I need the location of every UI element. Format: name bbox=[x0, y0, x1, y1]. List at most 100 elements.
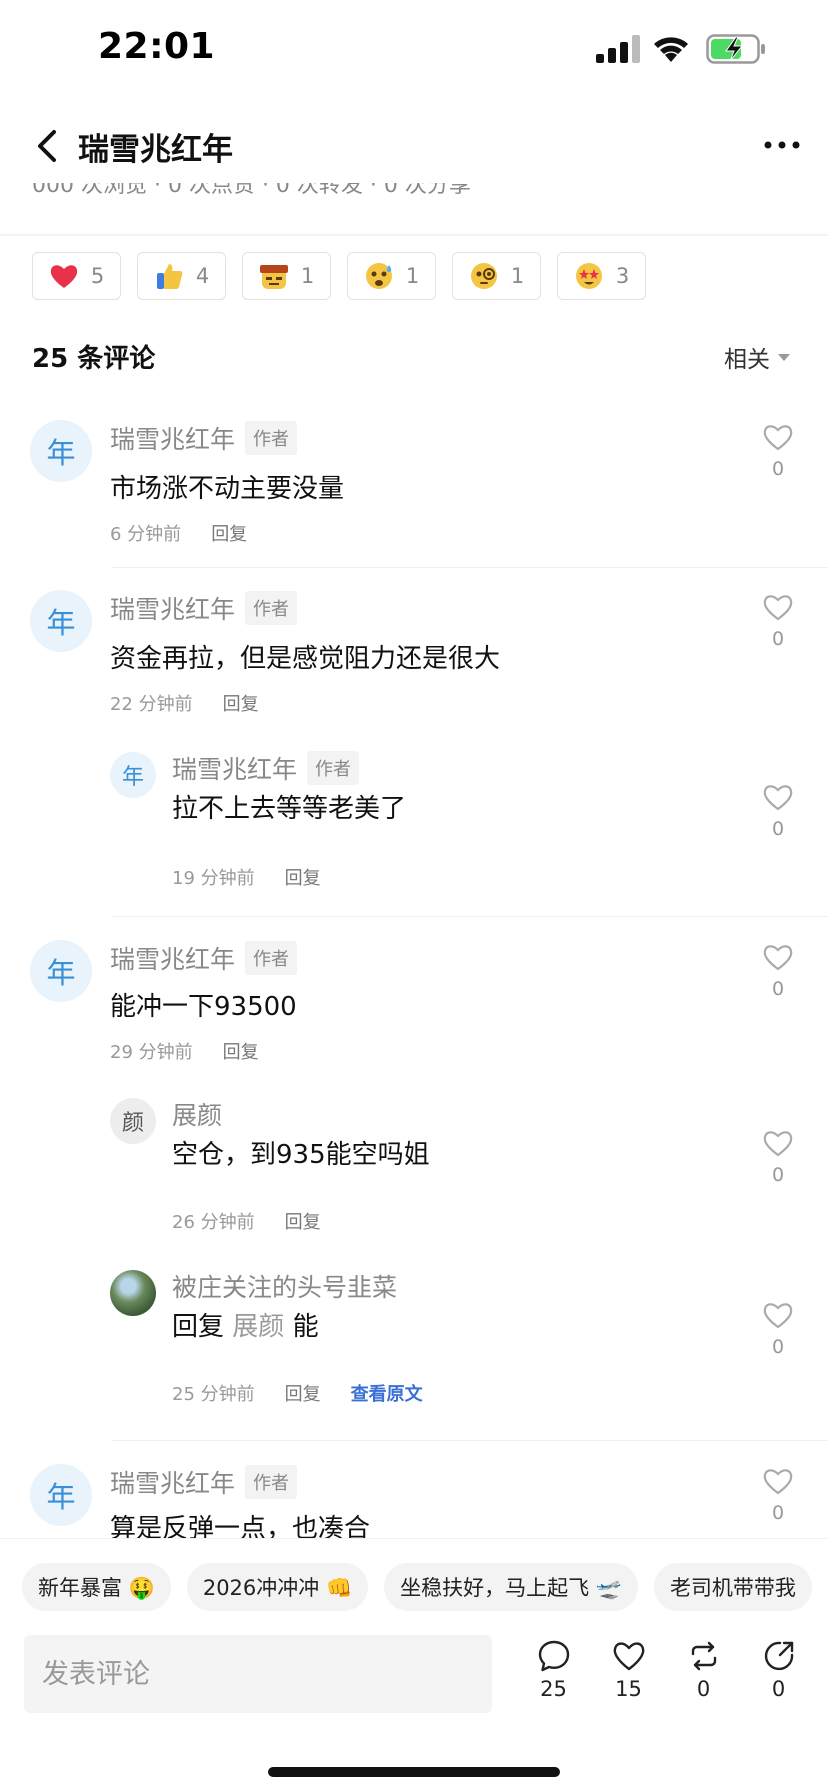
comments-count-heading: 25 条评论 bbox=[32, 344, 156, 374]
reply-meta: 25 分钟前 回复 查看原文 bbox=[172, 1380, 423, 1406]
more-options-icon[interactable] bbox=[762, 130, 802, 160]
reply-button[interactable]: 回复 bbox=[285, 1208, 321, 1234]
view-original-link[interactable]: 查看原文 bbox=[351, 1380, 423, 1406]
like-button[interactable]: 0 bbox=[758, 1128, 798, 1186]
reply-button[interactable]: 回复 bbox=[211, 520, 247, 546]
heart-emoji-icon bbox=[49, 261, 79, 291]
avatar[interactable]: 年 bbox=[110, 752, 156, 798]
mention-link[interactable]: 展颜 bbox=[232, 1312, 284, 1342]
reaction-heart[interactable]: 5 bbox=[32, 252, 121, 300]
comment-time: 26 分钟前 bbox=[172, 1212, 255, 1233]
heart-outline-icon bbox=[763, 1469, 793, 1495]
comment-count: 25 bbox=[540, 1677, 567, 1701]
like-count: 15 bbox=[615, 1677, 642, 1701]
like-count: 0 bbox=[771, 1336, 785, 1358]
post-actions: 25 15 0 0 bbox=[516, 1639, 816, 1701]
quick-tag[interactable]: 新年暴富 🤑 bbox=[22, 1563, 171, 1611]
like-button[interactable]: 0 bbox=[758, 942, 798, 1000]
reaction-count: 1 bbox=[300, 264, 315, 288]
hat-face-emoji-icon bbox=[259, 261, 289, 291]
star-eyes-face-emoji-icon bbox=[574, 261, 604, 291]
quick-tag[interactable]: 2026冲冲冲 👊 bbox=[186, 1563, 369, 1611]
comment-time: 6 分钟前 bbox=[110, 524, 182, 545]
reply-author[interactable]: 展颜 bbox=[172, 1096, 222, 1132]
quick-tag[interactable]: 坐稳扶好，马上起飞 🛫 bbox=[384, 1563, 638, 1611]
avatar[interactable]: 年 bbox=[30, 1464, 92, 1526]
reply-button[interactable]: 回复 bbox=[223, 1038, 259, 1064]
heart-outline-icon bbox=[763, 945, 793, 971]
comment-author[interactable]: 瑞雪兆红年 作者 bbox=[110, 590, 298, 626]
comment-author[interactable]: 瑞雪兆红年 作者 bbox=[110, 1464, 298, 1500]
reaction-thumbs-up[interactable]: 4 bbox=[137, 252, 226, 300]
reply-author[interactable]: 被庄关注的头号韭菜 bbox=[172, 1268, 397, 1304]
thumbs-up-emoji-icon bbox=[154, 261, 184, 291]
reaction-count: 1 bbox=[510, 264, 525, 288]
like-button[interactable]: 0 bbox=[758, 1300, 798, 1358]
comment-time: 19 分钟前 bbox=[172, 868, 255, 889]
wifi-icon bbox=[654, 37, 688, 62]
page-title: 瑞雪兆红年 bbox=[78, 132, 233, 168]
like-button[interactable]: 0 bbox=[758, 592, 798, 650]
author-badge: 作者 bbox=[307, 751, 360, 785]
comment-text[interactable]: 能冲一下93500 bbox=[110, 986, 297, 1023]
comment-list: 年 瑞雪兆红年 作者 市场涨不动主要没量 6 分钟前 回复 0 年 瑞雪兆红年 … bbox=[0, 408, 828, 1538]
comment-action[interactable]: 25 bbox=[516, 1639, 591, 1701]
like-icon bbox=[613, 1642, 644, 1671]
status-time: 22:01 bbox=[98, 26, 216, 67]
sort-label: 相关 bbox=[724, 347, 770, 373]
like-action[interactable]: 15 bbox=[591, 1639, 666, 1701]
reply-text[interactable]: 空仓，到935能空吗姐 bbox=[172, 1134, 430, 1171]
avatar[interactable]: 颜 bbox=[110, 1098, 156, 1144]
comment-text[interactable]: 市场涨不动主要没量 bbox=[110, 468, 344, 505]
comment-meta: 6 分钟前 回复 bbox=[110, 520, 247, 546]
reply-button[interactable]: 回复 bbox=[285, 1380, 321, 1406]
cellular-signal-icon bbox=[596, 35, 640, 63]
reaction-monocle-face[interactable]: 1 bbox=[452, 252, 541, 300]
share-action[interactable]: 0 bbox=[741, 1639, 816, 1701]
like-count: 0 bbox=[771, 978, 785, 1000]
sort-dropdown[interactable]: 相关 bbox=[724, 340, 790, 374]
like-button[interactable]: 0 bbox=[758, 1466, 798, 1524]
divider bbox=[112, 567, 828, 568]
quick-tag[interactable]: 老司机带带我 bbox=[653, 1563, 812, 1611]
like-count: 0 bbox=[771, 818, 785, 840]
like-button[interactable]: 0 bbox=[758, 422, 798, 480]
repost-icon bbox=[691, 1641, 716, 1671]
avatar[interactable]: 年 bbox=[30, 940, 92, 1002]
avatar[interactable]: 年 bbox=[30, 420, 92, 482]
status-bar: 22:01 bbox=[0, 0, 828, 100]
reaction-hat-face[interactable]: 1 bbox=[242, 252, 331, 300]
author-badge: 作者 bbox=[245, 1465, 298, 1499]
like-count: 0 bbox=[771, 1502, 785, 1524]
back-arrow-icon[interactable] bbox=[30, 126, 66, 166]
heart-outline-icon bbox=[763, 425, 793, 451]
comment-text[interactable]: 算是反弹一点，也凑合 bbox=[110, 1508, 370, 1538]
reaction-star-eyes-face[interactable]: 3 bbox=[557, 252, 646, 300]
reply-button[interactable]: 回复 bbox=[223, 690, 259, 716]
divider bbox=[112, 916, 828, 917]
reply-button[interactable]: 回复 bbox=[285, 864, 321, 890]
nav-bar: 瑞雪兆红年 bbox=[0, 100, 828, 190]
avatar[interactable]: 年 bbox=[30, 590, 92, 652]
comment-author[interactable]: 瑞雪兆红年 作者 bbox=[110, 940, 298, 976]
reply-author[interactable]: 瑞雪兆红年 作者 bbox=[172, 750, 360, 786]
comment-meta: 29 分钟前 回复 bbox=[110, 1038, 259, 1064]
home-indicator bbox=[268, 1767, 560, 1777]
comment-text[interactable]: 资金再拉，但是感觉阻力还是很大 bbox=[110, 638, 500, 675]
caret-down-icon bbox=[778, 353, 790, 361]
share-count: 0 bbox=[771, 1677, 786, 1701]
like-count: 0 bbox=[771, 1164, 785, 1186]
repost-action[interactable]: 0 bbox=[666, 1639, 741, 1701]
comment-icon bbox=[538, 1640, 569, 1672]
avatar[interactable] bbox=[110, 1270, 156, 1316]
comment-input[interactable] bbox=[24, 1635, 492, 1713]
divider bbox=[112, 1440, 828, 1441]
comment-item: 年 瑞雪兆红年 作者 市场涨不动主要没量 6 分钟前 回复 0 bbox=[0, 408, 828, 568]
comment-author[interactable]: 瑞雪兆红年 作者 bbox=[110, 420, 298, 456]
reaction-sweat-face[interactable]: 1 bbox=[347, 252, 436, 300]
like-button[interactable]: 0 bbox=[758, 782, 798, 840]
author-badge: 作者 bbox=[245, 591, 298, 625]
heart-outline-icon bbox=[763, 785, 793, 811]
reply-text[interactable]: 回复 展颜 能 bbox=[172, 1306, 319, 1343]
reply-text[interactable]: 拉不上去等等老美了 bbox=[172, 788, 406, 825]
